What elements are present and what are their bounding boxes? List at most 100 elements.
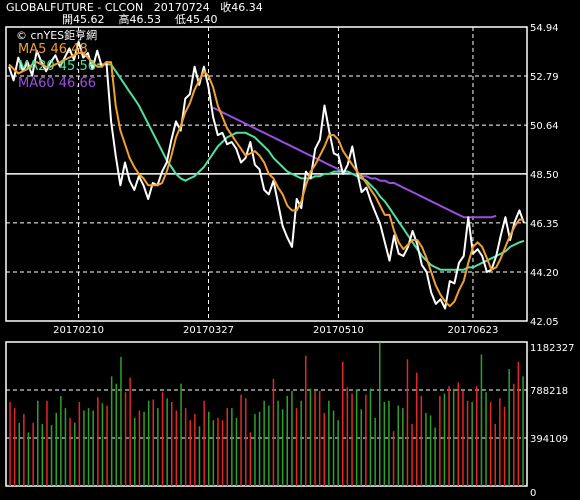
volume-bar bbox=[439, 395, 441, 486]
volume-bar bbox=[208, 411, 210, 486]
volume-bar bbox=[50, 425, 53, 486]
volume-bar bbox=[235, 417, 238, 486]
volume-bar bbox=[323, 412, 325, 486]
volume-bar bbox=[300, 400, 302, 486]
volume-bar bbox=[305, 355, 307, 486]
volume-bar bbox=[41, 423, 44, 486]
volume-bar bbox=[471, 402, 473, 486]
volume-bar bbox=[23, 414, 25, 486]
price-x-tick-label: 20170327 bbox=[183, 325, 234, 336]
volume-bar bbox=[351, 393, 353, 486]
header-low: 低45.40 bbox=[175, 13, 218, 26]
volume-bar bbox=[194, 414, 196, 486]
volume-bar bbox=[332, 410, 335, 486]
volume-bar bbox=[476, 386, 478, 486]
volume-bar bbox=[383, 402, 386, 486]
price-y-tick-label: 48.50 bbox=[530, 170, 559, 181]
volume-bar bbox=[263, 400, 265, 486]
volume-bar bbox=[489, 402, 492, 486]
volume-bar bbox=[97, 397, 99, 486]
volume-bar bbox=[466, 400, 469, 486]
volume-bar bbox=[101, 403, 104, 486]
volume-bar bbox=[314, 391, 316, 486]
volume-bar bbox=[494, 423, 496, 486]
volume-bar bbox=[374, 417, 376, 486]
volume-bar bbox=[184, 408, 187, 486]
volume-y-tick-label: 0 bbox=[530, 488, 536, 499]
ma60-label: MA60 46.66 bbox=[18, 76, 96, 91]
volume-bar bbox=[124, 392, 127, 486]
volume-bar bbox=[286, 395, 288, 486]
header-ohl-line: 開45.62 高46.53 低45.40 bbox=[62, 14, 218, 26]
volume-bar bbox=[217, 417, 219, 486]
volume-bar bbox=[318, 391, 321, 486]
volume-bar bbox=[277, 400, 279, 486]
volume-bar bbox=[147, 400, 150, 486]
volume-bar bbox=[110, 376, 113, 486]
volume-bar bbox=[115, 383, 117, 486]
volume-bar bbox=[120, 356, 122, 486]
price-x-tick-label: 20170210 bbox=[53, 325, 104, 336]
volume-bar bbox=[37, 400, 39, 486]
header-close: 收46.34 bbox=[220, 1, 263, 14]
volume-bar bbox=[406, 359, 409, 486]
volume-y-tick-label: 1182327 bbox=[530, 343, 575, 354]
volume-bar bbox=[180, 383, 182, 486]
volume-bar bbox=[429, 415, 432, 486]
volume-bar bbox=[434, 427, 436, 486]
volume-bar bbox=[249, 432, 252, 486]
volume-bar bbox=[166, 398, 168, 486]
volume-bar bbox=[13, 408, 16, 486]
volume-bar bbox=[397, 405, 399, 486]
price-x-tick-label: 20170623 bbox=[448, 325, 499, 336]
volume-bar bbox=[416, 372, 418, 486]
volume-bar bbox=[129, 377, 131, 486]
volume-bar bbox=[106, 405, 108, 486]
volume-bar bbox=[143, 411, 145, 486]
volume-bar bbox=[189, 420, 191, 486]
volume-bar bbox=[522, 376, 524, 486]
volume-y-tick-label: 394109 bbox=[530, 434, 568, 445]
volume-bar bbox=[74, 422, 76, 486]
volume-bar bbox=[443, 393, 446, 486]
header-high: 高46.53 bbox=[118, 13, 162, 26]
ma20-label: MA20 45.56 bbox=[18, 59, 96, 74]
price-y-tick-label: 54.94 bbox=[530, 23, 559, 34]
volume-bar bbox=[360, 409, 362, 486]
volume-bar bbox=[517, 361, 520, 486]
volume-bar bbox=[245, 398, 247, 486]
volume-bar bbox=[32, 422, 34, 486]
volume-bar bbox=[134, 417, 136, 486]
price-y-axis-labels: 54.94 52.79 50.64 48.50 46.35 44.20 42.05 bbox=[530, 23, 559, 328]
volume-y-axis-labels: 1182327 788218 394109 0 bbox=[530, 343, 575, 499]
volume-bar bbox=[87, 408, 90, 486]
volume-bar bbox=[55, 412, 57, 486]
volume-bar bbox=[171, 402, 173, 486]
volume-bar bbox=[226, 408, 228, 486]
price-y-tick-label: 46.35 bbox=[530, 219, 559, 230]
volume-bar bbox=[508, 369, 510, 486]
volume-bar bbox=[452, 388, 455, 486]
volume-bar bbox=[46, 400, 48, 486]
volume-y-tick-label: 788218 bbox=[530, 386, 568, 397]
volume-bar bbox=[462, 391, 464, 486]
volume-bar bbox=[513, 383, 515, 486]
volume-bar bbox=[268, 405, 270, 486]
volume-bar bbox=[503, 406, 506, 486]
volume-bar bbox=[365, 394, 367, 486]
volume-bar bbox=[157, 408, 159, 486]
volume-bar bbox=[291, 391, 293, 486]
volume-bar bbox=[18, 422, 20, 486]
volume-bar bbox=[392, 431, 395, 486]
volume-bar bbox=[281, 409, 284, 486]
volume-bar bbox=[448, 386, 450, 486]
volume-bar bbox=[402, 408, 404, 486]
volume-bar bbox=[203, 400, 205, 486]
volume-bar bbox=[457, 382, 459, 486]
volume-bar bbox=[379, 342, 381, 486]
volume-bar bbox=[138, 410, 141, 486]
price-y-tick-label: 42.05 bbox=[530, 317, 559, 328]
header-open: 開45.62 bbox=[62, 13, 105, 26]
volume-bar bbox=[485, 392, 487, 486]
stock-chart: 54.94 52.79 50.64 48.50 46.35 44.20 42.05 2017… bbox=[5, 23, 575, 499]
